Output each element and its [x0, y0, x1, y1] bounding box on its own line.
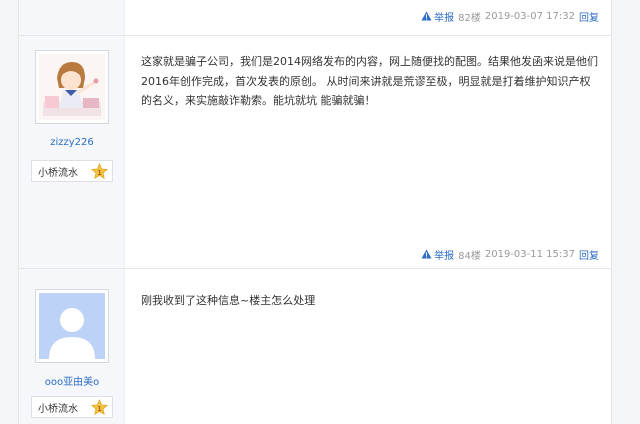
- right-page-margin: [612, 0, 640, 424]
- post-content: 刚我收到了这种信息~楼主怎么处理: [141, 294, 316, 307]
- post-content: 这家就是骗子公司，我们是2014网络发布的内容，网上随便找的配图。结果他发函来说…: [141, 55, 598, 107]
- report-label: 举报: [434, 12, 455, 24]
- floor-number: 82楼: [458, 12, 481, 24]
- avatar[interactable]: [35, 50, 109, 124]
- post-82: 举报 82楼 2019-03-07 17:32 回复: [19, 0, 613, 36]
- default-avatar-icon: [39, 293, 105, 359]
- post-date: 2019-03-07 17:32: [484, 10, 575, 22]
- rank-label: 小桥流水: [38, 167, 78, 179]
- star-icon: 1: [91, 162, 108, 179]
- star-icon: 1: [91, 398, 108, 415]
- avatar[interactable]: [35, 289, 109, 363]
- left-page-margin: [0, 0, 18, 424]
- username[interactable]: zizzy226: [19, 137, 125, 148]
- rank-level: 1: [97, 404, 102, 412]
- warning-icon: [421, 11, 432, 21]
- report-link[interactable]: 举报: [421, 247, 454, 262]
- rank-label: 小桥流水: [38, 403, 78, 415]
- thread-container: 举报 82楼 2019-03-07 17:32 回复 zizzy226 小桥流水…: [18, 0, 613, 424]
- warning-icon: [421, 249, 432, 259]
- post-footer: 举报 82楼 2019-03-07 17:32 回复: [421, 8, 599, 24]
- avatar-image: [39, 54, 105, 120]
- report-link[interactable]: 举报: [421, 9, 454, 24]
- rank-badge: 小桥流水 1: [31, 160, 113, 182]
- post-footer: 举报 84楼 2019-03-11 15:37 回复: [421, 246, 599, 262]
- floor-number: 84楼: [458, 250, 481, 262]
- post-sidebar: [19, 0, 125, 36]
- post-date: 2019-03-11 15:37: [484, 248, 575, 260]
- report-label: 举报: [434, 250, 455, 262]
- reply-link[interactable]: 回复: [579, 247, 599, 262]
- username[interactable]: ooo亚由美o: [19, 373, 125, 388]
- reply-link[interactable]: 回复: [579, 9, 599, 24]
- rank-badge: 小桥流水 1: [31, 396, 113, 418]
- post-84: zizzy226 小桥流水 1 这家就是骗子公司，我们是2014网络发布的内容，…: [19, 36, 613, 268]
- post-85: ooo亚由美o 小桥流水 1 刚我收到了这种信息~楼主怎么处理: [19, 269, 613, 424]
- rank-level: 1: [97, 168, 102, 176]
